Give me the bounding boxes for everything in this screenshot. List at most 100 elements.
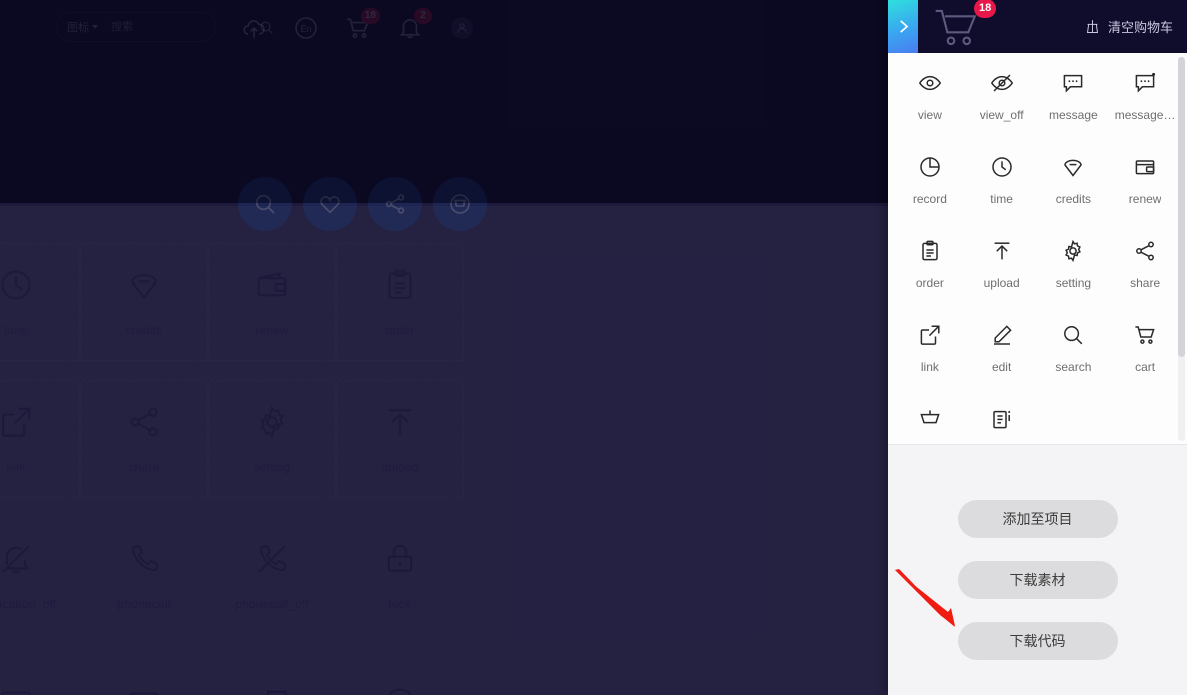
grid-item-setting[interactable]: setting [208,380,336,498]
cart-item-cart-outline[interactable] [894,407,966,444]
cart-item-label: upload [983,276,1020,290]
eye-icon [918,75,941,91]
cart-items-grid: view view_off message message… record ti… [888,53,1187,444]
bell-off-icon [2,545,30,574]
external-link-icon [2,407,31,437]
cart-item-label: message [1049,108,1098,122]
cart-item-label: setting [1055,276,1092,290]
cart-item-view[interactable]: view [894,71,966,137]
upload-icon [388,409,412,435]
grid-item-label: notification_off [0,597,57,611]
panel-cart-indicator: 18 [930,0,997,50]
search-icon [1064,326,1083,345]
cart-item-label: message… [1114,108,1176,122]
cart-item-credits[interactable]: credits [1038,155,1110,221]
grid-item-user[interactable] [336,654,464,695]
share-icon [385,194,405,214]
cart-item-list-note[interactable] [966,407,1038,444]
grid-item-image[interactable] [0,654,80,695]
grid-item-copy-window[interactable] [208,654,336,695]
panel-scrollbar-thumb[interactable] [1178,57,1185,357]
cart-outline-icon [920,410,940,424]
cart-item-label: view [917,108,942,122]
fab-add-to-cart[interactable] [433,177,487,231]
cart-item-label: record [912,192,947,206]
user-avatar-button[interactable] [446,12,478,44]
grid-item-label: renew [255,323,289,337]
search-category-dropdown[interactable]: 图标 [57,19,105,35]
grid-item-mail[interactable] [80,654,208,695]
cart-item-message[interactable]: message [1038,71,1110,137]
broom-icon [1086,20,1099,33]
cart-item-label: share [1130,276,1161,290]
notifications-badge: 2 [414,8,432,24]
chevron-down-icon [92,25,98,29]
fab-favorite[interactable] [303,177,357,231]
cloud-upload-icon [243,20,265,38]
cart-item-label: link [920,360,939,374]
share-icon [1136,241,1155,261]
cart-item-edit[interactable]: edit [966,323,1038,389]
grid-item-time[interactable]: time [0,243,80,361]
add-to-project-button[interactable]: 添加至项目 [957,500,1118,538]
avatar [451,17,473,39]
language-switch-button[interactable]: En [290,12,322,44]
cart-item-link[interactable]: link [894,323,966,389]
gear-icon [1065,239,1082,263]
cart-item-time[interactable]: time [966,155,1038,221]
grid-item-renew[interactable]: renew [208,243,336,361]
cart-item-record[interactable]: record [894,155,966,221]
cart-item-label: time [990,192,1013,206]
download-code-button[interactable]: 下载代码 [957,622,1118,660]
cart-panel: 18 清空购物车 view view_off message message… … [888,0,1187,695]
cart-panel-actions: 添加至项目 下载素材 下载代码 [888,445,1187,660]
cart-icon [1135,326,1155,344]
cart-item-label: order [915,276,944,290]
grid-item-notification-off[interactable]: notification_off [0,517,80,635]
grid-item-phonecall-off[interactable]: phonecall_off [208,517,336,635]
cloud-upload-button[interactable] [238,12,270,44]
message-icon [1064,74,1083,93]
clear-cart-button[interactable]: 清空购物车 [1084,17,1173,36]
grid-item-phonecall[interactable]: phonecall [80,517,208,635]
cart-item-label: renew [1128,192,1162,206]
grid-item-order[interactable]: order [336,243,464,361]
lock-icon [387,544,413,572]
cart-item-upload[interactable]: upload [966,239,1038,305]
cart-item-setting[interactable]: setting [1038,239,1110,305]
topbar-icon-group: En 18 2 [238,8,478,44]
cart-item-label: credits [1055,192,1092,206]
cart-item-share[interactable]: share [1109,239,1181,305]
grid-item-lock[interactable]: lock [336,517,464,635]
heart-icon [320,196,340,214]
svg-text:En: En [300,24,311,34]
cart-item-search[interactable]: search [1038,323,1110,389]
download-assets-button[interactable]: 下载素材 [957,561,1118,599]
search-input[interactable] [105,21,259,33]
cart-item-label: cart [1135,360,1156,374]
clipboard-icon [922,240,938,261]
topbar-cart-button[interactable]: 18 [342,8,380,44]
cart-item-cart[interactable]: cart [1109,323,1181,389]
cart-badge: 18 [360,8,380,24]
grid-item-upload[interactable]: upload [336,380,464,498]
search-category-label: 图标 [67,22,89,34]
fab-share[interactable] [368,177,422,231]
cart-panel-header: 18 清空购物车 [888,0,1187,53]
cart-item-renew[interactable]: renew [1109,155,1181,221]
grid-item-share[interactable]: share [80,380,208,498]
notifications-button[interactable]: 2 [394,8,432,44]
credits-icon [1064,159,1083,177]
message-alert-icon [1135,72,1156,93]
fab-zoom[interactable] [238,177,292,231]
panel-collapse-button[interactable] [888,0,918,53]
grid-item-label: upload [381,460,419,474]
cart-item-view-off[interactable]: view_off [966,71,1038,137]
clock-icon [1,270,31,300]
cart-item-order[interactable]: order [894,239,966,305]
search-bar[interactable]: 图标 [56,12,273,42]
cart-item-message-alert[interactable]: message… [1109,71,1181,137]
grid-item-credits[interactable]: credits [80,243,208,361]
upload-icon [994,242,1010,260]
grid-item-link[interactable]: link [0,380,80,498]
